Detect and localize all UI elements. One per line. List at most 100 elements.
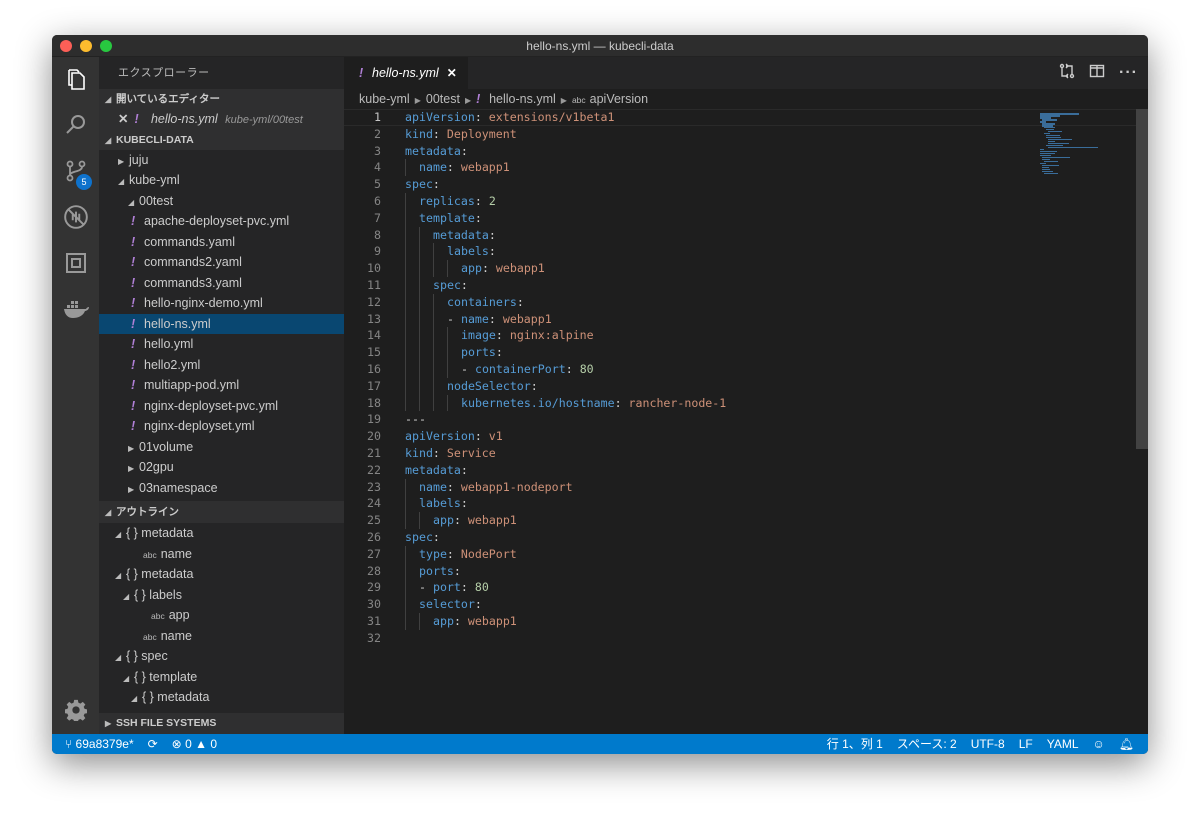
code-line[interactable]: 1 apiVersion: extensions/v1beta1 <box>344 109 1148 126</box>
tree-file[interactable]: ! commands3.yaml <box>99 273 344 294</box>
sync-icon[interactable]: ⟳ <box>148 734 158 754</box>
tree-folder[interactable]: ◢ 00test <box>99 191 344 212</box>
code-line[interactable]: 4 name: webapp1 <box>344 159 1148 177</box>
code-line[interactable]: 16 - containerPort: 80 <box>344 360 1148 378</box>
zoom-window-button[interactable] <box>100 40 112 52</box>
code-line[interactable]: 25 app: webapp1 <box>344 512 1148 529</box>
minimap[interactable] <box>1040 113 1099 175</box>
outline-item[interactable]: abc app <box>99 605 344 626</box>
tree-folder[interactable]: ▶ 01volume <box>99 437 344 458</box>
outline-item[interactable]: abc name <box>99 626 344 647</box>
code-line[interactable]: 26 spec: <box>344 529 1148 546</box>
code-line[interactable]: 31 app: webapp1 <box>344 612 1148 630</box>
code-line[interactable]: 5 spec: <box>344 176 1148 193</box>
outline-item[interactable]: ◢ { } metadata <box>99 687 344 708</box>
tree-file[interactable]: ! hello-ns.yml <box>99 313 344 334</box>
tree-folder[interactable]: ▶ juju <box>99 150 344 171</box>
code-line[interactable]: 2 kind: Deployment <box>344 126 1148 143</box>
tree-file[interactable]: ! apache-deployset-pvc.yml <box>99 211 344 232</box>
close-tab-icon[interactable]: ✕ <box>447 66 457 80</box>
code-line[interactable]: 7 template: <box>344 209 1148 227</box>
minimize-window-button[interactable] <box>80 40 92 52</box>
tree-folder[interactable]: ▶ 02gpu <box>99 457 344 478</box>
open-changes-icon[interactable] <box>1059 63 1075 84</box>
code-line[interactable]: 14 image: nginx:alpine <box>344 327 1148 345</box>
tree-file[interactable]: ! hello2.yml <box>99 355 344 376</box>
code-line[interactable]: 29 - port: 80 <box>344 579 1148 597</box>
code-line[interactable]: 15 ports: <box>344 344 1148 361</box>
tree-file[interactable]: ! nginx-deployset.yml <box>99 416 344 437</box>
problems-indicator[interactable]: ⊗ 0 ▲ 0 <box>172 734 217 754</box>
line-number: 4 <box>374 160 381 175</box>
outline-item[interactable]: abc name <box>99 544 344 565</box>
open-editor-item[interactable]: ✕! hello-ns.yml kube-yml/00test <box>99 109 344 130</box>
code-line[interactable]: 21 kind: Service <box>344 445 1148 462</box>
extensions-icon[interactable] <box>52 243 99 283</box>
code-line[interactable]: 13 - name: webapp1 <box>344 310 1148 328</box>
code-line[interactable]: 9 labels: <box>344 243 1148 261</box>
outline-item[interactable]: ◢ { } template <box>99 667 344 688</box>
code-line[interactable]: 3 metadata: <box>344 143 1148 160</box>
code-line[interactable]: 19 --- <box>344 411 1148 428</box>
docker-icon[interactable] <box>52 289 99 329</box>
more-actions-icon[interactable]: ··· <box>1119 64 1138 82</box>
tree-folder[interactable]: ▶ 03namespace <box>99 478 344 499</box>
folder-section[interactable]: ◢ KUBECLI-DATA <box>99 129 344 150</box>
code-line[interactable]: 10 app: webapp1 <box>344 260 1148 277</box>
code-line[interactable]: 6 replicas: 2 <box>344 192 1148 210</box>
settings-gear-icon[interactable] <box>52 690 99 730</box>
tree-file[interactable]: ! commands2.yaml <box>99 252 344 273</box>
code-line[interactable]: 32 <box>344 630 1148 647</box>
colon: : <box>516 294 524 309</box>
outline-item[interactable]: ◢ { } metadata <box>99 564 344 585</box>
debug-icon[interactable] <box>52 197 99 237</box>
split-editor-icon[interactable] <box>1089 63 1105 84</box>
encoding[interactable]: UTF-8 <box>971 734 1005 754</box>
close-icon[interactable]: ✕ <box>118 112 128 126</box>
tree-file[interactable]: ! hello.yml <box>99 334 344 355</box>
code-line[interactable]: 12 containers: <box>344 293 1148 311</box>
outline-item[interactable]: ◢ { } metadata <box>99 523 344 544</box>
code-line[interactable]: 28 ports: <box>344 562 1148 580</box>
breadcrumb-item[interactable]: hello-ns.yml <box>489 92 556 106</box>
code-line[interactable]: 17 nodeSelector: <box>344 377 1148 395</box>
sidebar-title: エクスプローラー <box>118 67 210 79</box>
search-icon[interactable] <box>52 105 99 145</box>
notifications-bell-icon[interactable]: 🔔︎ <box>1119 734 1134 754</box>
code-line[interactable]: 30 selector: <box>344 596 1148 613</box>
code-line[interactable]: 18 kubernetes.io/hostname: rancher-node-1 <box>344 394 1148 412</box>
code-line[interactable]: 23 name: webapp1-nodeport <box>344 478 1148 496</box>
tree-file[interactable]: ! hello-nginx-demo.yml <box>99 293 344 314</box>
outline-item[interactable]: ◢ { } labels <box>99 585 344 606</box>
tree-file[interactable]: ! multiapp-pod.yml <box>99 375 344 396</box>
outline-item[interactable]: ◢ { } spec <box>99 646 344 667</box>
code-line[interactable]: 27 type: NodePort <box>344 545 1148 563</box>
language-mode[interactable]: YAML <box>1047 734 1079 754</box>
open-editors-section[interactable]: ◢ 開いているエディター <box>99 89 344 109</box>
code-line[interactable]: 20 apiVersion: v1 <box>344 428 1148 445</box>
yaml-value: webapp1 <box>467 513 517 528</box>
feedback-smiley-icon[interactable]: ☺ <box>1093 734 1105 754</box>
vertical-scrollbar[interactable] <box>1136 109 1148 449</box>
code-line[interactable]: 11 spec: <box>344 276 1148 294</box>
code-area[interactable]: 1 apiVersion: extensions/v1beta1 2 kind: De… <box>344 109 1148 647</box>
source-control-icon[interactable]: 5 <box>52 151 99 191</box>
close-window-button[interactable] <box>60 40 72 52</box>
tab-hello-ns[interactable]: ! hello-ns.yml ✕ <box>344 57 468 89</box>
breadcrumb-item[interactable]: 00test <box>426 92 460 106</box>
ssh-section[interactable]: ▶ SSH FILE SYSTEMS <box>99 713 344 734</box>
tree-folder[interactable]: ◢ kube-yml <box>99 170 344 191</box>
code-line[interactable]: 24 labels: <box>344 495 1148 513</box>
tree-file[interactable]: ! commands.yaml <box>99 232 344 253</box>
tree-file[interactable]: ! nginx-deployset-pvc.yml <box>99 396 344 417</box>
code-line[interactable]: 8 metadata: <box>344 226 1148 244</box>
explorer-icon[interactable] <box>52 59 99 99</box>
indentation[interactable]: スペース: 2 <box>897 734 957 754</box>
branch-indicator[interactable]: ⑂ 69a8379e* <box>65 734 134 754</box>
outline-section[interactable]: ◢ アウトライン <box>99 501 344 523</box>
line-ending[interactable]: LF <box>1019 734 1033 754</box>
code-line[interactable]: 22 metadata: <box>344 462 1148 479</box>
breadcrumb-item[interactable]: apiVersion <box>590 92 648 106</box>
cursor-position[interactable]: 行 1、列 1 <box>827 734 883 754</box>
breadcrumb-item[interactable]: kube-yml <box>359 92 410 106</box>
